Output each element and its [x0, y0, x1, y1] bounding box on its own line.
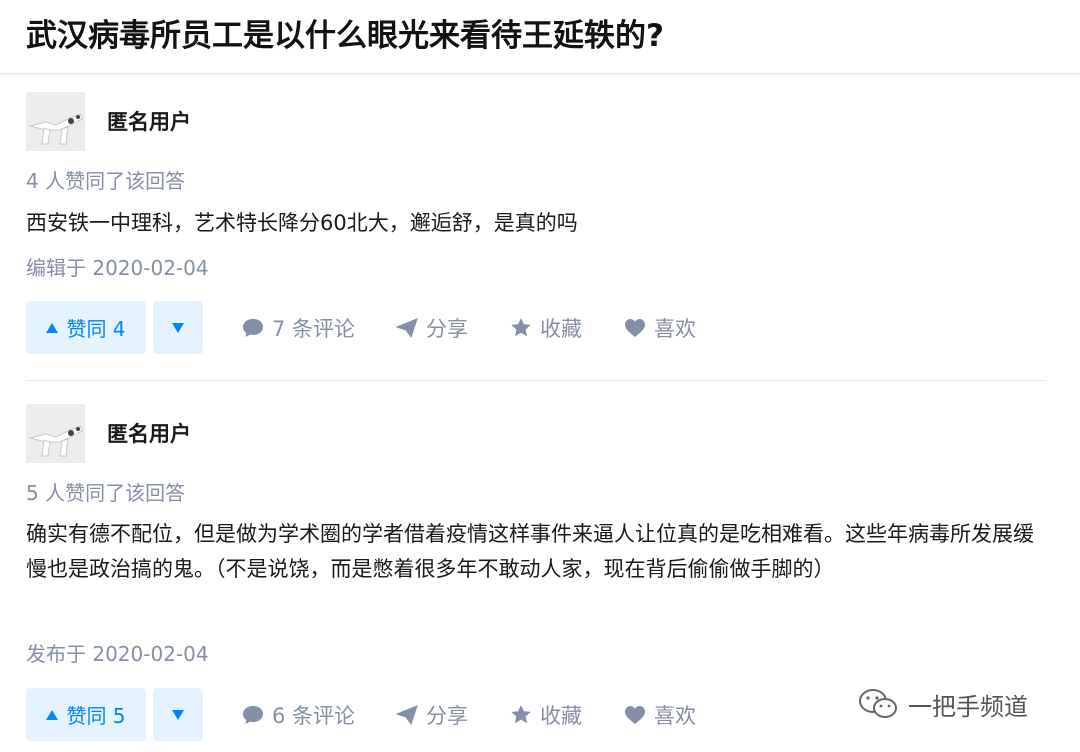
question-title: 武汉病毒所员工是以什么眼光来看待王延轶的?: [26, 18, 664, 54]
comment-icon: [243, 318, 263, 337]
triangle-down-icon: [172, 322, 184, 333]
vote-count-text: 5 人赞同了该回答: [26, 481, 186, 505]
comments-label: 7 条评论: [272, 316, 356, 341]
star-icon: [511, 705, 531, 724]
comments-label: 6 条评论: [272, 703, 356, 728]
upvote-button[interactable]: 赞同 4: [26, 301, 146, 354]
answer-date[interactable]: 编辑于 2020-02-04: [26, 254, 209, 282]
answer-actions: 赞同 4 7 条评论 分享 收藏 喜欢: [26, 301, 1046, 354]
answer-item: 匿名用户 4 人赞同了该回答 西安铁一中理科，艺术特长降分60北大，邂逅舒，是真…: [26, 92, 1046, 362]
heart-icon: [625, 318, 645, 337]
favorite-label: 收藏: [540, 316, 582, 341]
like-button[interactable]: 喜欢: [624, 688, 696, 741]
favorite-button[interactable]: 收藏: [510, 301, 582, 354]
watermark-text: 一把手频道: [908, 692, 1028, 721]
triangle-down-icon: [172, 709, 184, 720]
answer-date[interactable]: 发布于 2020-02-04: [26, 640, 209, 668]
downvote-button[interactable]: [153, 301, 203, 354]
author-name[interactable]: 匿名用户: [107, 108, 191, 136]
avatar[interactable]: [26, 92, 85, 151]
triangle-up-icon: [46, 322, 59, 333]
star-icon: [511, 318, 531, 337]
question-header: 武汉病毒所员工是以什么眼光来看待王延轶的?: [0, 0, 1080, 74]
vote-count-text: 4 人赞同了该回答: [26, 169, 186, 193]
share-label: 分享: [426, 703, 468, 728]
share-icon: [396, 317, 418, 338]
like-label: 喜欢: [654, 316, 696, 341]
answer-content: 确实有德不配位，但是做为学术圈的学者借着疫情这样事件来逼人让位真的是吃相难看。这…: [26, 522, 1034, 581]
upvote-label: 赞同 5: [66, 704, 126, 728]
anonymous-avatar-icon: [26, 92, 85, 151]
upvote-label: 赞同 4: [66, 317, 126, 341]
comment-icon: [243, 705, 263, 724]
favorite-button[interactable]: 收藏: [510, 688, 582, 741]
like-button[interactable]: 喜欢: [624, 301, 696, 354]
author-name[interactable]: 匿名用户: [107, 420, 191, 448]
heart-icon: [625, 705, 645, 724]
like-label: 喜欢: [654, 703, 696, 728]
answer-content: 西安铁一中理科，艺术特长降分60北大，邂逅舒，是真的吗: [26, 211, 578, 235]
channel-watermark: 一把手频道: [858, 684, 1028, 724]
share-button[interactable]: 分享: [396, 688, 468, 741]
upvote-button[interactable]: 赞同 5: [26, 688, 146, 741]
triangle-up-icon: [46, 709, 59, 720]
share-label: 分享: [426, 316, 468, 341]
wechat-icon: [859, 689, 897, 718]
answer-divider: [26, 380, 1046, 381]
downvote-button[interactable]: [153, 688, 203, 741]
share-button[interactable]: 分享: [396, 301, 468, 354]
favorite-label: 收藏: [540, 703, 582, 728]
comments-button[interactable]: 7 条评论: [242, 301, 355, 354]
comments-button[interactable]: 6 条评论: [242, 688, 355, 741]
anonymous-avatar-icon: [26, 404, 85, 463]
avatar[interactable]: [26, 404, 85, 463]
share-icon: [396, 704, 418, 725]
